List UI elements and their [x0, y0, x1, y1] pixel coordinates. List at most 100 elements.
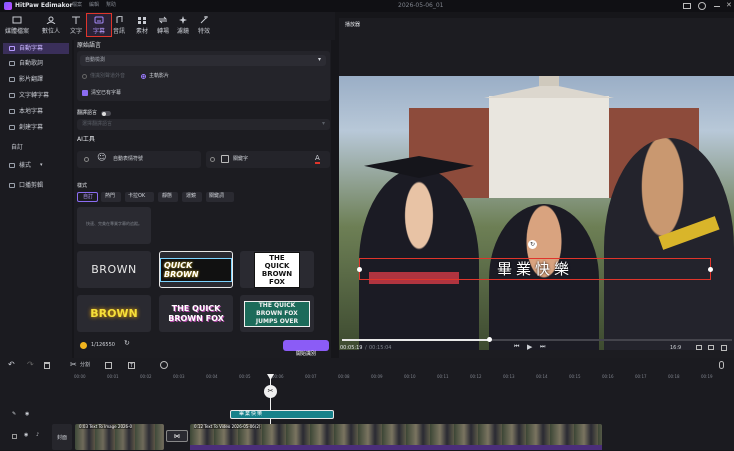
sidebar-item-create-subtitle[interactable]: 創建字幕 — [3, 122, 69, 133]
radio-main-track[interactable] — [141, 74, 146, 79]
subtitle-icon — [94, 16, 104, 24]
sidebar-item-text-to-subtitle[interactable]: 文字轉字幕 — [3, 90, 69, 101]
sidebar-item-style[interactable]: 樣式 ▾ — [3, 160, 69, 171]
resize-handle[interactable] — [357, 267, 362, 272]
tab-avatar[interactable]: 數位人 — [38, 14, 64, 38]
scrubber-thumb[interactable] — [487, 337, 492, 342]
video-preview[interactable]: 畢業快樂 ↻ — [339, 76, 734, 350]
playback-scrubber[interactable] — [342, 337, 732, 342]
mic-icon[interactable] — [719, 361, 724, 369]
sidebar-item-auto-lyrics[interactable]: 自動歌詞 — [3, 58, 69, 69]
tile-text: QUICK BROWN — [160, 257, 232, 282]
chevron-down-icon: ▾ — [40, 162, 43, 168]
sidebar-item-local-subtitle[interactable]: 本地字幕 — [3, 106, 69, 117]
menu-file[interactable]: 檔案 — [72, 3, 82, 8]
video-clip-1[interactable]: 0:03 Text To Image 2026-0 — [75, 424, 164, 450]
fullscreen-icon[interactable] — [721, 345, 727, 351]
undo-icon[interactable]: ↶ — [8, 361, 15, 369]
original-language-select[interactable]: 自動檢測 ▾ — [80, 55, 326, 66]
track-visibility-icon[interactable]: ◉ — [24, 433, 28, 438]
radio-audio-only[interactable] — [82, 74, 87, 79]
sidebar-item-auto-subtitle[interactable]: 自動字幕 — [3, 43, 69, 54]
split-marker-icon[interactable]: ✂ — [264, 385, 277, 398]
transition-icon — [158, 16, 168, 24]
track-edit-icon[interactable]: ✎ — [12, 412, 16, 417]
split-label: 分割 — [80, 362, 91, 368]
time-current: 00:05:19 — [340, 345, 363, 351]
tile-text: BROWN — [91, 263, 137, 276]
ai-keyword-card[interactable]: 關鍵字 A — [206, 151, 330, 168]
tile-text: THE QUICK BROWN FOX JUMPS OVER — [244, 300, 310, 327]
translate-language-select[interactable]: 選擇翻譯語言 ▾ — [77, 119, 330, 130]
clip-label: 0:03 Text To Image 2026-0 — [79, 424, 133, 429]
style-tab-keyword[interactable]: 關鍵詞 — [206, 192, 234, 202]
style-tile-5[interactable]: THE QUICK BROWN FOX — [159, 295, 233, 332]
style-tab-static[interactable]: 靜態 — [158, 192, 178, 202]
chevron-down-icon: ▾ — [321, 120, 325, 127]
style-tab-karaoke[interactable]: 卡拉OK — [125, 192, 154, 202]
track-visibility-icon[interactable]: ◉ — [25, 412, 29, 417]
track-lock-icon[interactable] — [12, 434, 17, 439]
radio-main-label: 主軌影片 — [149, 73, 170, 79]
cover-button[interactable]: 封面 — [52, 424, 72, 450]
app-name: HitPaw Edimakor — [15, 2, 73, 9]
subtitle-overlay-text: 畢業快樂 — [496, 260, 573, 278]
crop-icon[interactable] — [105, 362, 112, 369]
menu-help[interactable]: 幫助 — [106, 3, 116, 8]
redo-icon[interactable]: ↷ — [27, 361, 34, 369]
sidebar-item-custom[interactable]: 自訂 — [3, 142, 69, 153]
subtitle-selection-box[interactable]: 畢業快樂 — [357, 258, 713, 280]
ruler-tick: 00:01 — [107, 374, 119, 379]
time-total: 00:15:04 — [369, 345, 392, 351]
refresh-icon[interactable]: ↻ — [124, 340, 130, 347]
ruler-tick: 00:15 — [569, 374, 581, 379]
timeline-ruler[interactable]: 00:00 00:01 00:02 00:03 00:04 00:05 00:0… — [74, 374, 734, 384]
subtitle-clip[interactable]: 畢業快樂 — [230, 410, 334, 419]
sidebar-item-video-translate[interactable]: 影片翻譯 — [3, 74, 69, 85]
rotate-handle-icon[interactable]: ↻ — [528, 240, 537, 249]
building-pediment — [484, 84, 614, 98]
folder-icon — [9, 109, 15, 114]
video-clip-2[interactable]: 0:12 Text To Video 2026-05-06(2) — [190, 424, 602, 450]
start-recognition-button[interactable]: 開始識別 — [283, 340, 329, 357]
sidebar-item-voice-edit[interactable]: 口播剪輯 — [3, 180, 69, 191]
project-name: 2026-05-06_01 — [398, 2, 444, 9]
track-audio-icon[interactable]: ♪ — [36, 433, 39, 438]
clear-existing-checkbox[interactable] — [82, 90, 88, 96]
style-tile-3[interactable]: THE QUICK BROWN FOX — [240, 251, 314, 288]
tab-effects[interactable]: 特效 — [191, 14, 217, 38]
translate-toggle[interactable] — [101, 111, 111, 116]
ai-emoji-card[interactable]: ☺ 自動表情符號 — [77, 151, 201, 168]
aspect-ratio-select[interactable]: 16:9 — [670, 346, 681, 351]
style-tab-custom[interactable]: 自訂 — [77, 192, 98, 202]
user-icon[interactable] — [698, 2, 706, 10]
quality-icon[interactable] — [708, 345, 714, 350]
style-tile-1[interactable]: BROWN — [77, 251, 151, 288]
split-icon[interactable]: ✂ — [70, 361, 77, 369]
minimize-icon[interactable] — [714, 6, 720, 7]
delete-icon[interactable] — [44, 362, 50, 369]
style-tile-2[interactable]: QUICK BROWN — [159, 251, 233, 288]
ruler-tick: 00:11 — [437, 374, 449, 379]
style-tile-6[interactable]: THE QUICK BROWN FOX JUMPS OVER — [240, 295, 314, 332]
next-frame-icon[interactable]: ⏭ — [540, 344, 545, 350]
tab-media[interactable]: 媒體檔案 — [4, 14, 30, 38]
menu-edit[interactable]: 編輯 — [89, 3, 99, 8]
text-tool-icon[interactable]: T — [128, 362, 135, 369]
style-tile-4[interactable]: BROWN — [77, 295, 151, 332]
checkbox[interactable] — [84, 157, 89, 162]
close-icon[interactable]: ✕ — [726, 2, 732, 9]
text-color-icon[interactable]: A — [315, 155, 320, 164]
resize-handle[interactable] — [708, 267, 713, 272]
prev-frame-icon[interactable]: ⏮ — [514, 344, 519, 350]
snapshot-icon[interactable] — [696, 345, 702, 350]
style-tab-camera[interactable]: 運鏡 — [182, 192, 202, 202]
transition-marker-icon[interactable]: ⋈ — [166, 430, 188, 442]
ruler-tick: 00:13 — [503, 374, 515, 379]
clip-label: 0:12 Text To Video 2026-05-06(2) — [194, 424, 261, 429]
style-tab-popular[interactable]: 熱門 — [101, 192, 121, 202]
checkbox[interactable] — [210, 157, 215, 162]
play-icon[interactable]: ▶ — [527, 344, 532, 351]
speed-icon[interactable] — [160, 361, 168, 369]
layout-icon[interactable] — [683, 3, 691, 9]
